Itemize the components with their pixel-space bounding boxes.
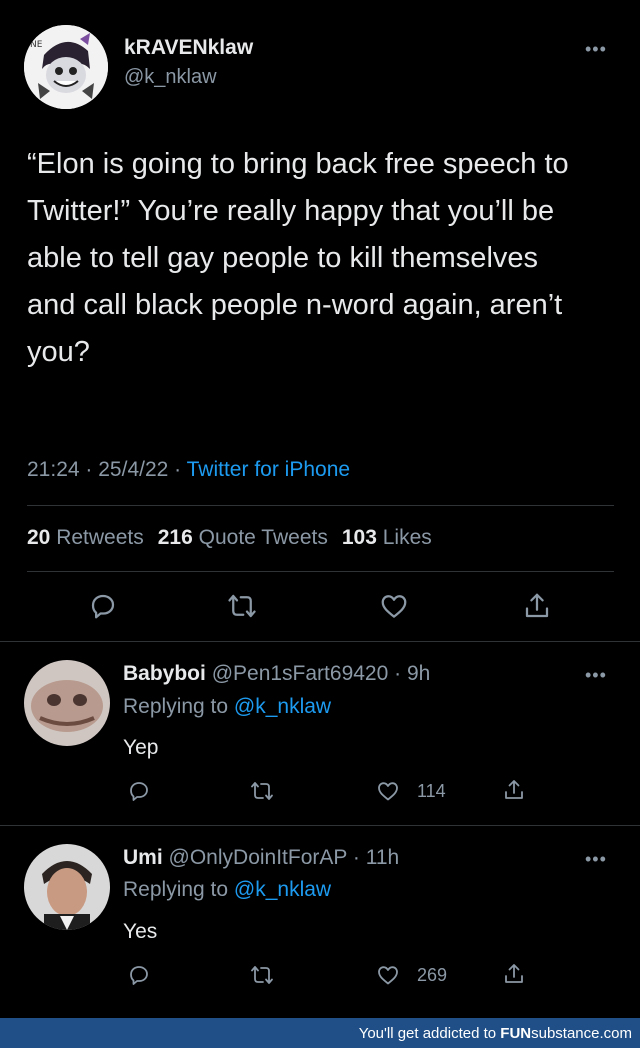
avatar[interactable] <box>24 844 110 930</box>
avatar-photo <box>24 660 110 746</box>
quotes-stat[interactable]: 216 Quote Tweets <box>158 526 328 549</box>
replying-to: Replying to @k_nklaw <box>123 878 331 902</box>
quotes-label: Quote Tweets <box>198 526 328 549</box>
reply-author-name[interactable]: Umi <box>123 846 163 869</box>
reply-age: · 11h <box>352 846 400 869</box>
share-icon[interactable] <box>502 778 526 802</box>
like-heart-icon[interactable] <box>376 963 400 987</box>
author-handle[interactable]: @k_nklaw <box>124 66 217 89</box>
reply-tweet[interactable]: Umi @OnlyDoinItForAP · 11h ••• Replying … <box>0 826 640 1016</box>
divider <box>27 571 614 572</box>
reply-author-name[interactable]: Babyboi <box>123 662 206 685</box>
more-horizontal-icon[interactable]: ••• <box>585 850 607 868</box>
tweet-time: 21:24 <box>27 458 80 481</box>
svg-text:NE: NE <box>30 40 43 50</box>
reply-icon[interactable] <box>88 591 118 621</box>
avatar-photo <box>24 844 110 930</box>
watermark-banner: You'll get addicted to FUNsubstance.com <box>0 1018 640 1048</box>
more-horizontal-icon[interactable]: ••• <box>585 40 607 58</box>
share-icon[interactable] <box>522 591 552 621</box>
reply-header: Babyboi @Pen1sFart69420 · 9h <box>123 662 430 686</box>
like-count: 269 <box>417 965 448 985</box>
tweet-date: 25/4/22 <box>98 458 169 481</box>
replying-to: Replying to @k_nklaw <box>123 695 331 719</box>
reply-text: Yep <box>123 736 159 759</box>
divider <box>27 505 614 506</box>
replying-mention[interactable]: @k_nklaw <box>234 695 331 718</box>
tweet-meta: 21:24 · 25/4/22 · Twitter for iPhone <box>27 458 350 482</box>
meta-separator: · <box>174 458 182 481</box>
tweet-stats: 20 Retweets 216 Quote Tweets 103 Likes <box>27 526 432 550</box>
likes-label: Likes <box>382 526 432 549</box>
more-horizontal-icon[interactable]: ••• <box>585 666 607 684</box>
tweet-source-link[interactable]: Twitter for iPhone <box>187 458 350 481</box>
reply-author-handle[interactable]: @Pen1sFart69420 <box>212 662 389 685</box>
reply-age: · 9h <box>394 662 431 685</box>
avatar-illustration: NE <box>24 25 108 109</box>
retweets-stat[interactable]: 20 Retweets <box>27 526 144 549</box>
watermark-prefix: You'll get addicted to <box>358 1025 497 1042</box>
like-heart-icon[interactable] <box>379 591 409 621</box>
reply-header: Umi @OnlyDoinItForAP · 11h <box>123 846 399 870</box>
replying-prefix: Replying to <box>123 695 229 718</box>
like-count: 114 <box>417 781 446 801</box>
replying-prefix: Replying to <box>123 878 229 901</box>
watermark-brand-bold: FUN <box>500 1025 532 1042</box>
author-name[interactable]: kRAVENklaw <box>124 36 253 60</box>
reply-text: Yes <box>123 920 158 943</box>
replying-mention[interactable]: @k_nklaw <box>234 878 331 901</box>
retweets-label: Retweets <box>56 526 144 549</box>
likes-count: 103 <box>341 526 377 549</box>
watermark-brand-rest: substance.com <box>531 1025 632 1042</box>
share-icon[interactable] <box>502 962 526 986</box>
avatar[interactable] <box>24 660 110 746</box>
meta-separator: · <box>85 458 93 481</box>
likes-stat[interactable]: 103 Likes <box>342 526 432 549</box>
reply-icon[interactable] <box>127 963 151 987</box>
watermark-text: You'll get addicted to FUNsubstance.com <box>359 1025 632 1042</box>
like-heart-icon[interactable] <box>376 779 400 803</box>
retweet-icon[interactable] <box>250 779 274 803</box>
quotes-count: 216 <box>157 526 193 549</box>
retweet-icon[interactable] <box>227 591 257 621</box>
retweets-count: 20 <box>27 526 51 549</box>
reply-icon[interactable] <box>127 779 151 803</box>
retweet-icon[interactable] <box>250 963 274 987</box>
reply-tweet[interactable]: Babyboi @Pen1sFart69420 · 9h ••• Replyin… <box>0 642 640 824</box>
tweet-text: “Elon is going to bring back free speech… <box>27 148 569 368</box>
avatar[interactable]: NE <box>24 25 108 109</box>
reply-author-handle[interactable]: @OnlyDoinItForAP <box>169 846 348 869</box>
